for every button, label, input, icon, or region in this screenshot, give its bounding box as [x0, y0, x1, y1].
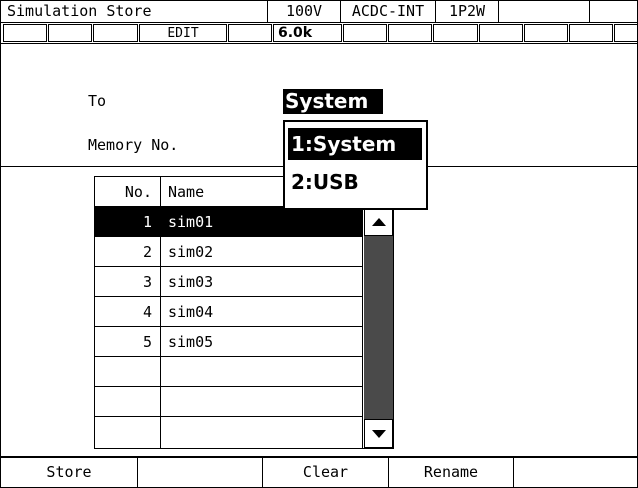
status-slot-1: [3, 24, 47, 42]
row-name: [162, 387, 352, 416]
wiring-indicator: 1P2W: [435, 0, 499, 23]
resolution-indicator: 6.0k: [273, 24, 342, 42]
row-number: [95, 417, 158, 446]
dropdown-option-system[interactable]: 1:System: [288, 128, 422, 160]
status-slot-5: [228, 24, 272, 42]
status-slot-11: [524, 24, 568, 42]
row-number: 4: [142, 302, 152, 321]
status-slot-3: [93, 24, 138, 42]
memory-no-label: Memory No.: [88, 136, 179, 154]
column-header-name: Name: [168, 182, 205, 201]
table-row[interactable]: [95, 417, 362, 446]
table-row[interactable]: [95, 357, 362, 386]
scroll-down-button[interactable]: [364, 419, 393, 448]
softkey-store[interactable]: Store: [0, 457, 138, 488]
header-blank-1: [498, 0, 590, 23]
row-name: sim04: [168, 302, 214, 321]
status-slot-7: [343, 24, 387, 42]
status-slot-13: [614, 24, 638, 42]
status-slot-8: [388, 24, 432, 42]
softkey-rename[interactable]: Rename: [388, 457, 514, 488]
row-number: 5: [142, 332, 152, 351]
table-row[interactable]: 3 sim03: [95, 267, 362, 296]
table-row[interactable]: 2 sim02: [95, 237, 362, 266]
destination-dropdown: 1:System 2:USB: [283, 120, 428, 210]
header-blank-2: [589, 0, 638, 23]
up-arrow-icon: [371, 217, 386, 226]
row-number: [95, 357, 158, 386]
status-slot-10: [479, 24, 523, 42]
softkey-2[interactable]: [137, 457, 263, 488]
scrollbar-divider: [362, 206, 363, 449]
table-row[interactable]: 1 sim01: [95, 207, 362, 236]
status-slot-12: [569, 24, 613, 42]
mode-indicator: ACDC-INT: [340, 0, 436, 23]
softkey-5[interactable]: [513, 457, 638, 488]
edit-indicator: EDIT: [139, 24, 227, 42]
softkey-clear[interactable]: Clear: [262, 457, 389, 488]
table-row[interactable]: 4 sim04: [95, 297, 362, 326]
row-number: 1: [142, 212, 152, 231]
row-name: [162, 357, 352, 386]
to-value-field[interactable]: System: [283, 89, 383, 114]
row-name: sim02: [168, 242, 214, 261]
table-row[interactable]: [95, 387, 362, 416]
row-name: sim01: [168, 212, 214, 231]
column-header-no: No.: [124, 182, 152, 201]
down-arrow-icon: [371, 429, 386, 438]
row-number: 3: [142, 272, 152, 291]
status-slot-2: [48, 24, 92, 42]
row-name: sim05: [168, 332, 214, 351]
voltage-indicator: 100V: [267, 0, 341, 23]
to-label: To: [88, 92, 107, 110]
status-slot-9: [433, 24, 478, 42]
scrollbar-track[interactable]: [364, 207, 393, 448]
row-name: [162, 417, 352, 446]
row-number: [95, 387, 158, 416]
screen-title: Simulation Store: [0, 0, 268, 23]
row-name: sim03: [168, 272, 214, 291]
scroll-up-button[interactable]: [364, 207, 393, 236]
table-row[interactable]: 5 sim05: [95, 327, 362, 356]
dropdown-option-usb[interactable]: 2:USB: [288, 166, 422, 198]
row-number: 2: [142, 242, 152, 261]
